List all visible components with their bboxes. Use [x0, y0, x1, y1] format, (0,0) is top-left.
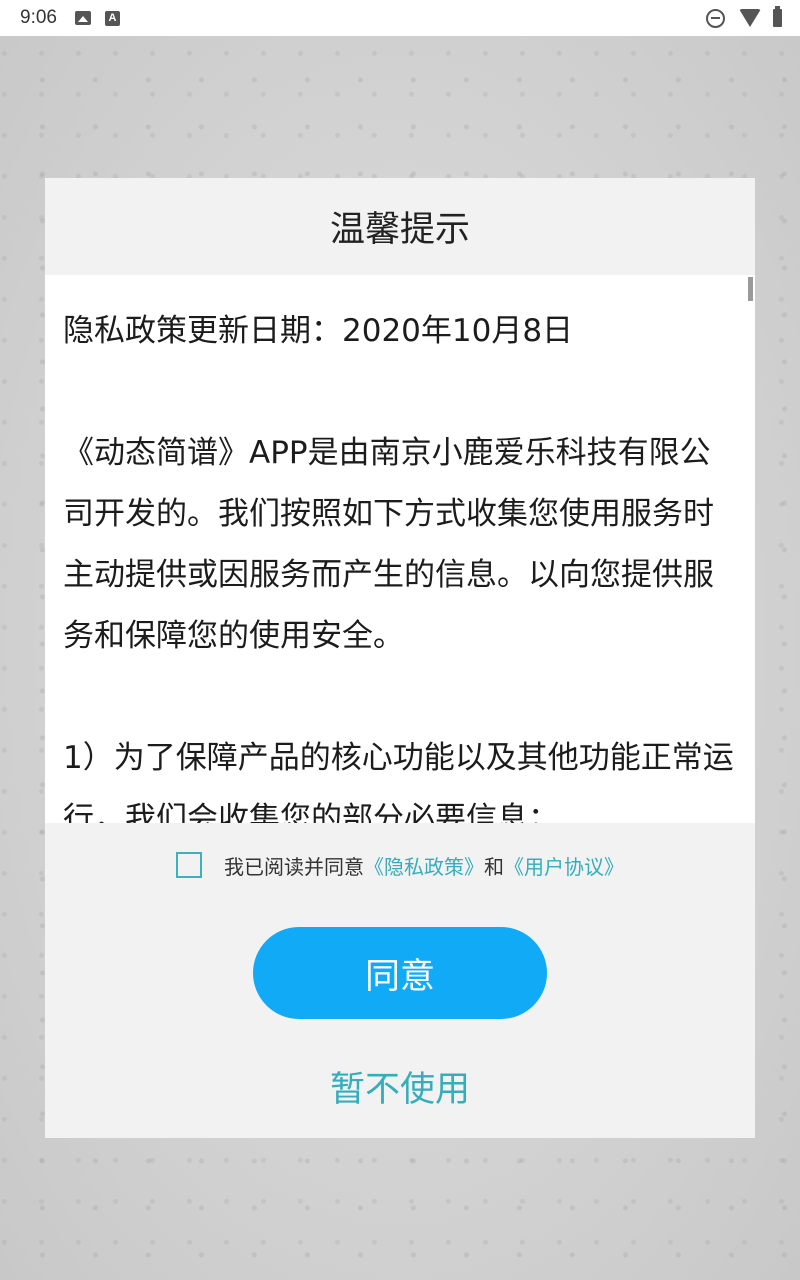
scrollbar[interactable] [748, 277, 753, 301]
agree-checkbox[interactable] [176, 852, 202, 878]
policy-paragraph-1: 《动态简谱》APP是由南京小鹿爱乐科技有限公司开发的。我们按照如下方式收集您使用… [63, 435, 714, 654]
do-not-disturb-icon [706, 8, 725, 28]
user-agreement-link[interactable]: 《用户协议》 [504, 851, 624, 880]
agreement-prefix: 我已阅读并同意 [224, 854, 364, 879]
status-bar: 9:06 A [0, 0, 800, 36]
policy-update-date: 隐私政策更新日期：2020年10月8日 [63, 313, 574, 349]
wifi-icon [739, 9, 761, 27]
status-time: 9:06 [20, 7, 57, 28]
a-icon: A [104, 10, 120, 26]
policy-text: 隐私政策更新日期：2020年10月8日 《动态简谱》APP是由南京小鹿爱乐科技有… [45, 275, 755, 823]
dialog-header: 温馨提示 [45, 178, 755, 275]
privacy-policy-link[interactable]: 《隐私政策》 [364, 851, 484, 880]
image-icon [74, 11, 91, 25]
agreement-row: 我已阅读并同意 《隐私政策》 和 《用户协议》 [45, 849, 755, 881]
dialog-body-scroll[interactable]: 隐私政策更新日期：2020年10月8日 《动态简谱》APP是由南京小鹿爱乐科技有… [45, 275, 755, 823]
decline-button[interactable]: 暂不使用 [245, 1061, 555, 1111]
agreement-conjunction: 和 [484, 854, 504, 879]
battery-charging-icon [773, 6, 782, 27]
privacy-dialog: 温馨提示 隐私政策更新日期：2020年10月8日 《动态简谱》APP是由南京小鹿… [45, 178, 755, 1138]
dialog-title: 温馨提示 [329, 210, 470, 250]
policy-paragraph-2: 1）为了保障产品的核心功能以及其他功能正常运行，我们会收集您的部分必要信息； [63, 740, 734, 823]
agree-button[interactable]: 同意 [253, 927, 547, 1019]
status-icons-right [706, 6, 782, 28]
